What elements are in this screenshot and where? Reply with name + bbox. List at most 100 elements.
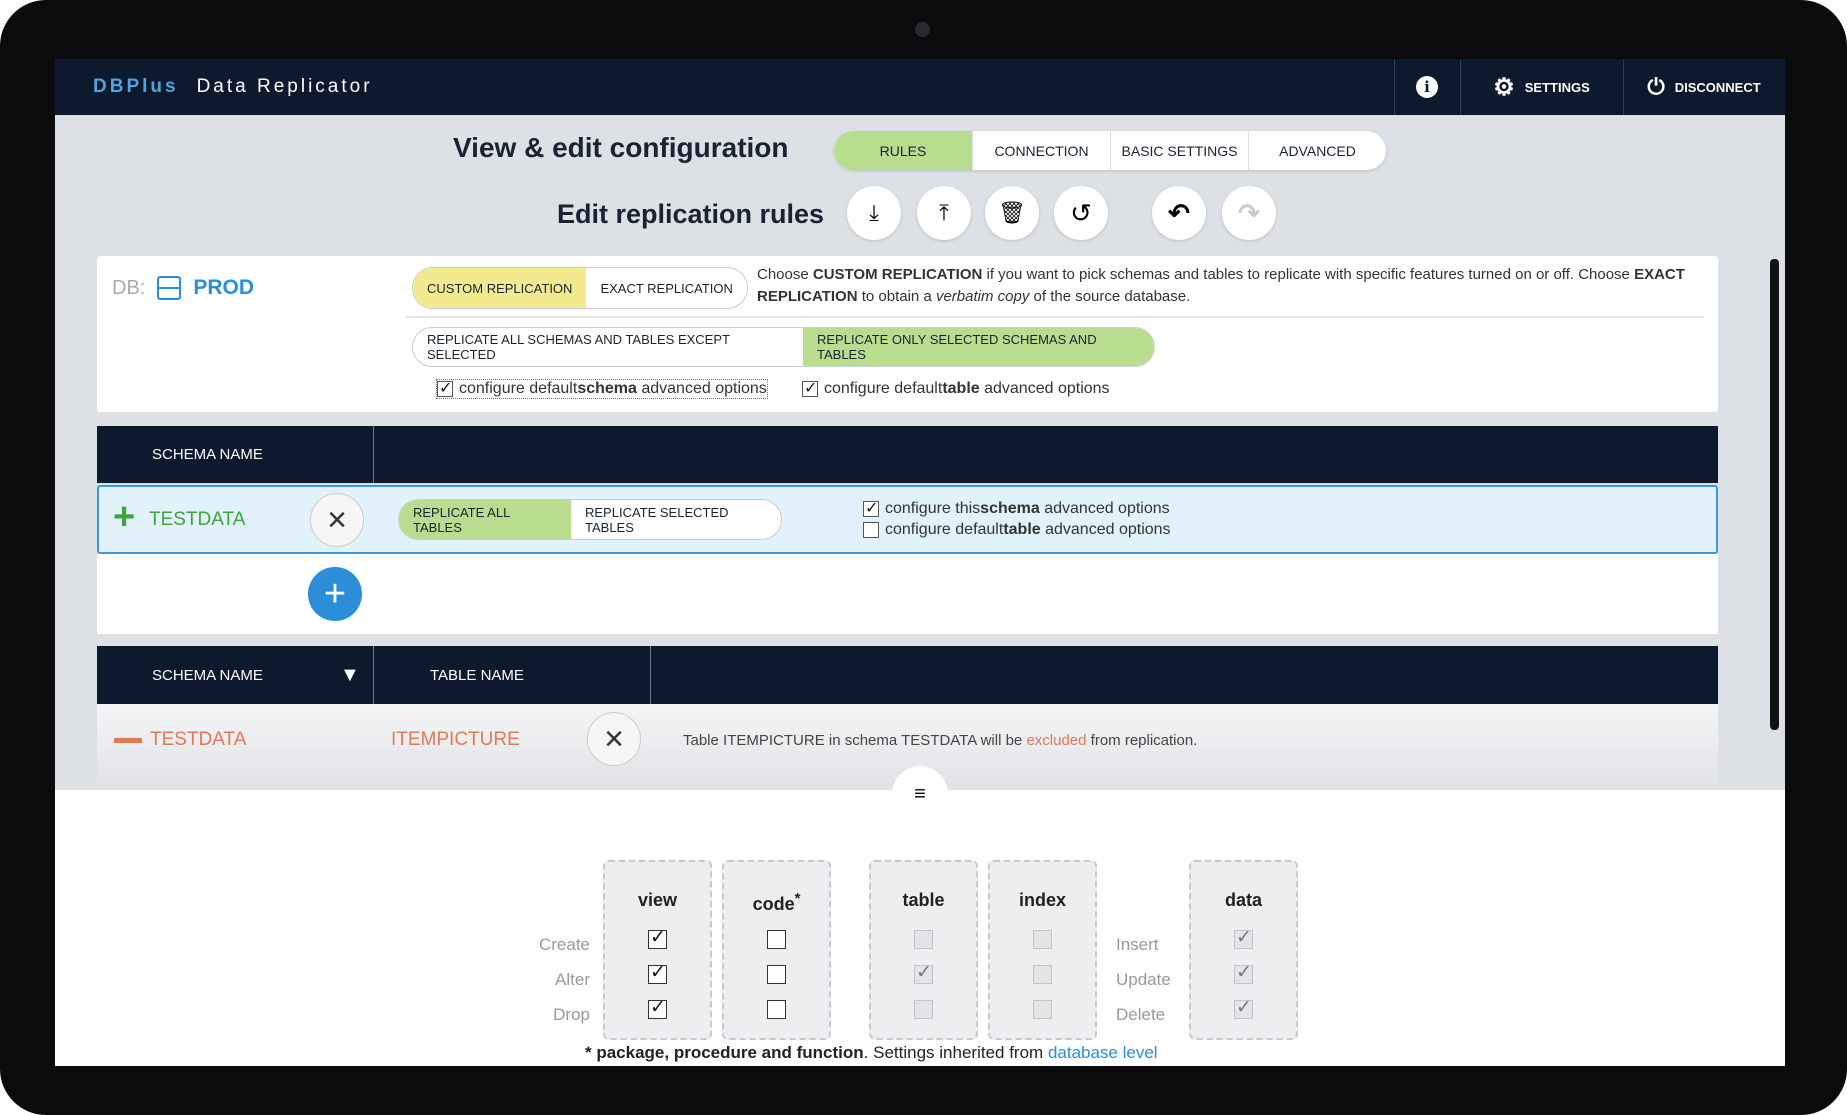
- download-icon: ⤓: [869, 200, 879, 225]
- config-tabs: RULES CONNECTION BASIC SETTINGS ADVANCED: [834, 131, 1386, 170]
- filter-icon[interactable]: ▼: [340, 646, 360, 704]
- reset-button[interactable]: ↺: [1054, 186, 1108, 240]
- schema-row[interactable]: + TESTDATA × REPLICATE ALL TABLES REPLIC…: [97, 485, 1718, 554]
- checkbox[interactable]: [863, 498, 879, 518]
- checkbox-view-0[interactable]: [648, 926, 667, 949]
- checkbox-table-1: [914, 961, 933, 984]
- checkbox-index-0: [1033, 930, 1052, 949]
- redo-icon: ↷: [1238, 197, 1260, 228]
- option-box-title: table: [902, 890, 945, 910]
- add-schema-button[interactable]: +: [308, 567, 362, 621]
- checkbox[interactable]: [863, 522, 879, 538]
- schema-table-header: SCHEMA NAME: [97, 426, 1718, 483]
- trash-icon: 🗑: [998, 200, 1026, 225]
- row-label-create: Create: [538, 935, 590, 954]
- option-box-index: index: [988, 860, 1097, 1040]
- option-box-data: data: [1189, 860, 1298, 1040]
- replication-mode-toggle: CUSTOM REPLICATION EXACT REPLICATION: [412, 267, 748, 309]
- disconnect-button[interactable]: ⏻ DISCONNECT: [1623, 59, 1785, 115]
- camera: [915, 22, 930, 37]
- undo-icon: ↶: [1168, 197, 1190, 228]
- checkbox-view-2[interactable]: [648, 996, 667, 1019]
- gear-icon: ⚙: [1493, 73, 1515, 101]
- divider: [406, 316, 1704, 318]
- table-options-checkbox[interactable]: configure default table advanced options: [863, 521, 1171, 539]
- close-icon: ×: [327, 500, 347, 539]
- row-label-delete: Delete: [1116, 1005, 1166, 1024]
- page-title: View & edit configuration: [453, 132, 789, 163]
- checkbox-table-2: [914, 1000, 933, 1019]
- delete-button[interactable]: 🗑: [985, 186, 1039, 240]
- checkbox-data-2: [1234, 996, 1253, 1019]
- scrollbar[interactable]: [1770, 259, 1779, 730]
- mode-description: Choose CUSTOM REPLICATION if you want to…: [757, 266, 1685, 305]
- option-box-title: code*: [752, 890, 801, 914]
- table-scope-toggle: REPLICATE ALL TABLES REPLICATE SELECTED …: [398, 499, 782, 540]
- settings-button[interactable]: ⚙ SETTINGS: [1460, 59, 1623, 115]
- row-label-alter: Alter: [555, 970, 590, 989]
- database-icon: [157, 276, 182, 300]
- download-button[interactable]: ⤓: [847, 186, 901, 240]
- replicate-selected-tables-button[interactable]: REPLICATE SELECTED TABLES: [571, 500, 781, 539]
- checkbox-view-1[interactable]: [648, 961, 667, 984]
- row-label-insert: Insert: [1116, 935, 1159, 954]
- options-matrix: SCHEMATABLEDATAviewcode*tableindexdataCr…: [55, 790, 1785, 1040]
- power-icon: ⏻: [1647, 74, 1665, 99]
- default-schema-options-checkbox[interactable]: configure default schema advanced option…: [436, 378, 768, 399]
- info-icon: i: [1416, 76, 1438, 98]
- redo-button[interactable]: ↷: [1222, 186, 1276, 240]
- upload-button[interactable]: ⤒: [917, 186, 971, 240]
- settings-label: SETTINGS: [1524, 79, 1590, 95]
- option-box-table: table: [869, 860, 978, 1040]
- tab-rules[interactable]: RULES: [834, 131, 972, 170]
- options-panel: ≡ SCHEMATABLEDATAviewcode*tableindexdata…: [55, 766, 1785, 1066]
- option-box-view: view: [603, 860, 712, 1040]
- row-label-drop: Drop: [553, 1005, 590, 1024]
- checkbox-code-0[interactable]: [767, 930, 786, 949]
- checkbox-code-2[interactable]: [767, 1000, 786, 1019]
- default-table-options-checkbox[interactable]: configure default table advanced options: [802, 378, 1110, 398]
- option-box-title: view: [637, 890, 678, 910]
- brand-name: DBPlus: [93, 76, 179, 97]
- tables-table-header: SCHEMA NAME ▼ TABLE NAME: [97, 646, 1718, 704]
- checkbox-table-0: [914, 930, 933, 949]
- plus-icon: +: [323, 572, 347, 615]
- schema-options-checkbox[interactable]: configure this schema advanced options: [863, 498, 1170, 518]
- column-table-name: TABLE NAME: [430, 666, 524, 684]
- minus-icon: [114, 738, 142, 743]
- close-icon: ×: [604, 719, 624, 758]
- footnote: * package, procedure and function. Setti…: [585, 1043, 1158, 1062]
- remove-table-button[interactable]: ×: [587, 712, 641, 766]
- app-screen: DBPlus Data Replicator i ⚙ SETTINGS ⏻ DISCO…: [55, 59, 1785, 1066]
- disconnect-label: DISCONNECT: [1674, 79, 1761, 95]
- column-schema-name: SCHEMA NAME: [152, 666, 263, 684]
- row-table-name: ITEMPICTURE: [391, 729, 520, 750]
- section-title: Edit replication rules: [557, 199, 825, 229]
- replicate-only-selected-button[interactable]: REPLICATE ONLY SELECTED SCHEMAS AND TABL…: [803, 328, 1154, 366]
- remove-schema-button[interactable]: ×: [310, 493, 364, 547]
- info-button[interactable]: i: [1394, 59, 1460, 115]
- replicate-all-except-selected-button[interactable]: REPLICATE ALL SCHEMAS AND TABLES EXCEPT …: [413, 328, 803, 366]
- checkbox-data-0: [1234, 926, 1253, 949]
- app-name: Data Replicator: [196, 76, 373, 97]
- checkbox[interactable]: [437, 378, 453, 398]
- db-label: DB:: [112, 276, 146, 299]
- db-panel: DB: PROD CUSTOM REPLICATION EXACT REPLIC…: [97, 256, 1718, 412]
- custom-replication-button[interactable]: CUSTOM REPLICATION: [413, 268, 587, 308]
- row-message: Table ITEMPICTURE in schema TESTDATA wil…: [683, 732, 1198, 749]
- column-schema-name: SCHEMA NAME: [152, 446, 263, 463]
- undo-button[interactable]: ↶: [1152, 186, 1206, 240]
- option-box-title: data: [1224, 890, 1262, 910]
- checkbox-data-1: [1234, 961, 1253, 984]
- checkbox-code-1[interactable]: [767, 965, 786, 984]
- option-box-code: code*: [722, 860, 831, 1040]
- exact-replication-button[interactable]: EXACT REPLICATION: [586, 268, 746, 308]
- checkbox[interactable]: [802, 378, 818, 398]
- tab-basic-settings[interactable]: BASIC SETTINGS: [1110, 131, 1248, 170]
- tab-connection[interactable]: CONNECTION: [972, 131, 1110, 170]
- app-title: DBPlus Data Replicator: [93, 76, 373, 98]
- add-schema-area: +: [97, 554, 1718, 634]
- db-name: PROD: [193, 276, 255, 299]
- tab-advanced[interactable]: ADVANCED: [1248, 131, 1386, 170]
- replicate-all-tables-button[interactable]: REPLICATE ALL TABLES: [399, 500, 571, 539]
